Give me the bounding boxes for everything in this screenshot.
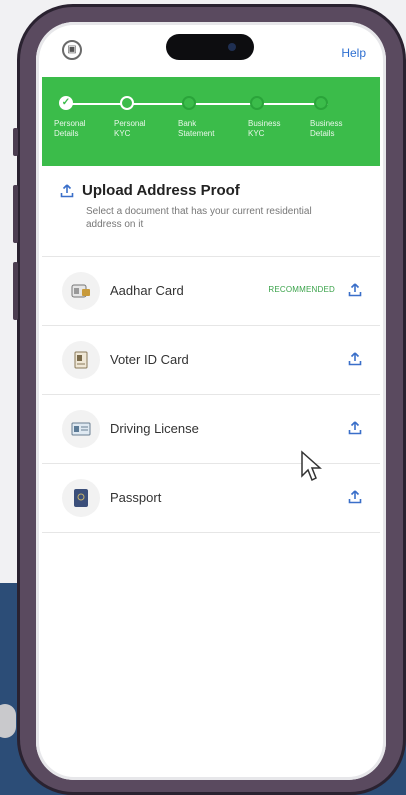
passport-icon bbox=[62, 479, 100, 517]
step-1-label: Personal Details bbox=[54, 119, 86, 138]
background-circle bbox=[0, 704, 16, 738]
voter-id-icon bbox=[62, 341, 100, 379]
step-1-check-icon: ✓ bbox=[59, 96, 73, 110]
camera-icon bbox=[228, 43, 236, 51]
recommended-badge: RECOMMENDED bbox=[268, 285, 335, 294]
phone-volume-up-button bbox=[13, 185, 18, 243]
step-5-dot bbox=[314, 96, 328, 110]
step-2-label: Personal KYC bbox=[114, 119, 146, 138]
step-4-label: Business KYC bbox=[248, 119, 281, 138]
mouse-cursor-icon bbox=[300, 450, 328, 484]
step-2-dot bbox=[120, 96, 134, 110]
upload-icon[interactable] bbox=[348, 283, 362, 302]
upload-icon bbox=[60, 183, 74, 198]
document-list: Aadhar Card RECOMMENDED Voter ID Card Dr… bbox=[42, 256, 380, 533]
phone-volume-down-button bbox=[13, 262, 18, 320]
driving-license-icon bbox=[62, 410, 100, 448]
document-option-driving-license[interactable]: Driving License bbox=[42, 394, 380, 463]
app-logo-icon: ▣ bbox=[62, 40, 82, 60]
upload-icon[interactable] bbox=[348, 490, 362, 509]
document-name: Voter ID Card bbox=[110, 352, 189, 367]
app-screen: ▣ Help ✓ Personal Details Personal KYC Ban… bbox=[36, 22, 386, 780]
progress-stepper: ✓ Personal Details Personal KYC Bank Statem… bbox=[42, 77, 380, 166]
document-name: Driving License bbox=[110, 421, 199, 436]
step-3-dot bbox=[182, 96, 196, 110]
help-link[interactable]: Help bbox=[341, 46, 366, 60]
upload-address-proof-section: Upload Address Proof Select a document t… bbox=[60, 182, 360, 231]
step-4-dot bbox=[250, 96, 264, 110]
document-option-aadhar[interactable]: Aadhar Card RECOMMENDED bbox=[42, 256, 380, 325]
document-name: Aadhar Card bbox=[110, 283, 184, 298]
stepper-line bbox=[66, 103, 328, 105]
upload-title: Upload Address Proof bbox=[82, 182, 240, 199]
upload-description: Select a document that has your current … bbox=[86, 206, 312, 230]
document-name: Passport bbox=[110, 490, 162, 505]
document-option-voter-id[interactable]: Voter ID Card bbox=[42, 325, 380, 394]
aadhar-card-icon bbox=[62, 272, 100, 310]
phone-side-button bbox=[13, 128, 18, 156]
upload-icon[interactable] bbox=[348, 352, 362, 371]
document-option-passport[interactable]: Passport bbox=[42, 463, 380, 533]
step-5-label: Business Details bbox=[310, 119, 343, 138]
dynamic-island bbox=[166, 34, 254, 60]
upload-icon[interactable] bbox=[348, 421, 362, 440]
step-3-label: Bank Statement bbox=[178, 119, 215, 138]
